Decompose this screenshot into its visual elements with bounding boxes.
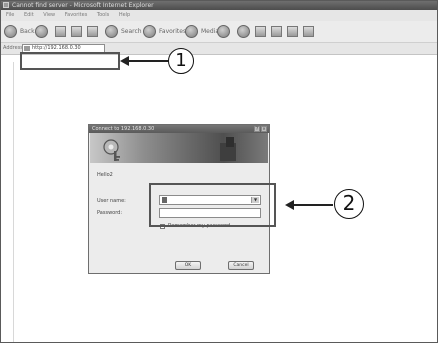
refresh-icon xyxy=(71,26,82,37)
dialog-banner xyxy=(90,133,268,163)
cancel-button[interactable]: Cancel xyxy=(228,261,254,270)
stop-icon xyxy=(55,26,66,37)
menu-favorites[interactable]: Favorites xyxy=(65,12,88,18)
menu-file[interactable]: File xyxy=(6,12,14,18)
star-icon xyxy=(143,25,156,38)
address-url: http://192.168.0.30 xyxy=(32,45,81,51)
menu-tools[interactable]: Tools xyxy=(97,12,109,18)
discuss-button[interactable] xyxy=(287,24,298,39)
history-button[interactable] xyxy=(217,24,232,39)
back-arrow-icon xyxy=(4,25,17,38)
ie-logo-icon xyxy=(3,2,9,8)
print-icon xyxy=(255,26,266,37)
credentials-highlight-box xyxy=(149,183,276,227)
page-divider xyxy=(13,62,14,342)
history-icon xyxy=(217,25,230,38)
messenger-icon xyxy=(303,26,314,37)
discuss-icon xyxy=(287,26,298,37)
title-bar: Cannot find server - Microsoft Internet … xyxy=(1,1,437,10)
menu-edit[interactable]: Edit xyxy=(24,12,34,18)
messenger-button[interactable] xyxy=(303,24,314,39)
dialog-close-button[interactable]: × xyxy=(261,126,267,132)
search-button[interactable]: Search xyxy=(105,24,142,39)
home-icon xyxy=(87,26,98,37)
username-label: User name: xyxy=(97,198,126,204)
media-button[interactable]: Media xyxy=(185,24,219,39)
callout-1-circle: 1 xyxy=(168,48,194,74)
mail-icon xyxy=(237,25,250,38)
callout-2-line xyxy=(293,204,333,206)
back-button[interactable]: Back xyxy=(4,24,35,39)
toolbar: Back Search Favorites Media xyxy=(1,21,437,43)
password-label: Password: xyxy=(97,210,123,216)
dialog-help-button[interactable]: ? xyxy=(254,126,260,132)
menu-bar: File Edit View Favorites Tools Help xyxy=(1,10,437,21)
keys-banner-icon xyxy=(103,137,236,161)
menu-help[interactable]: Help xyxy=(119,12,130,18)
edit-button[interactable] xyxy=(271,24,282,39)
print-button[interactable] xyxy=(255,24,266,39)
media-icon xyxy=(185,25,198,38)
mail-button[interactable] xyxy=(237,24,252,39)
callout-2-circle: 2 xyxy=(334,189,364,219)
address-highlight-box xyxy=(20,52,120,70)
forward-arrow-icon xyxy=(35,25,48,38)
page-icon xyxy=(24,46,30,51)
stop-button[interactable] xyxy=(55,24,66,39)
dialog-message: Hello2 xyxy=(97,172,113,178)
dialog-title: Connect to 192.168.0.30 xyxy=(92,126,155,132)
ok-button[interactable]: OK xyxy=(175,261,201,270)
forward-button[interactable] xyxy=(35,24,50,39)
dialog-title-bar: Connect to 192.168.0.30 ? × xyxy=(89,125,269,133)
refresh-button[interactable] xyxy=(71,24,82,39)
menu-view[interactable]: View xyxy=(43,12,55,18)
callout-1-line xyxy=(128,60,168,62)
edit-icon xyxy=(271,26,282,37)
favorites-button[interactable]: Favorites xyxy=(143,24,186,39)
window-title: Cannot find server - Microsoft Internet … xyxy=(12,2,154,9)
search-icon xyxy=(105,25,118,38)
home-button[interactable] xyxy=(87,24,98,39)
